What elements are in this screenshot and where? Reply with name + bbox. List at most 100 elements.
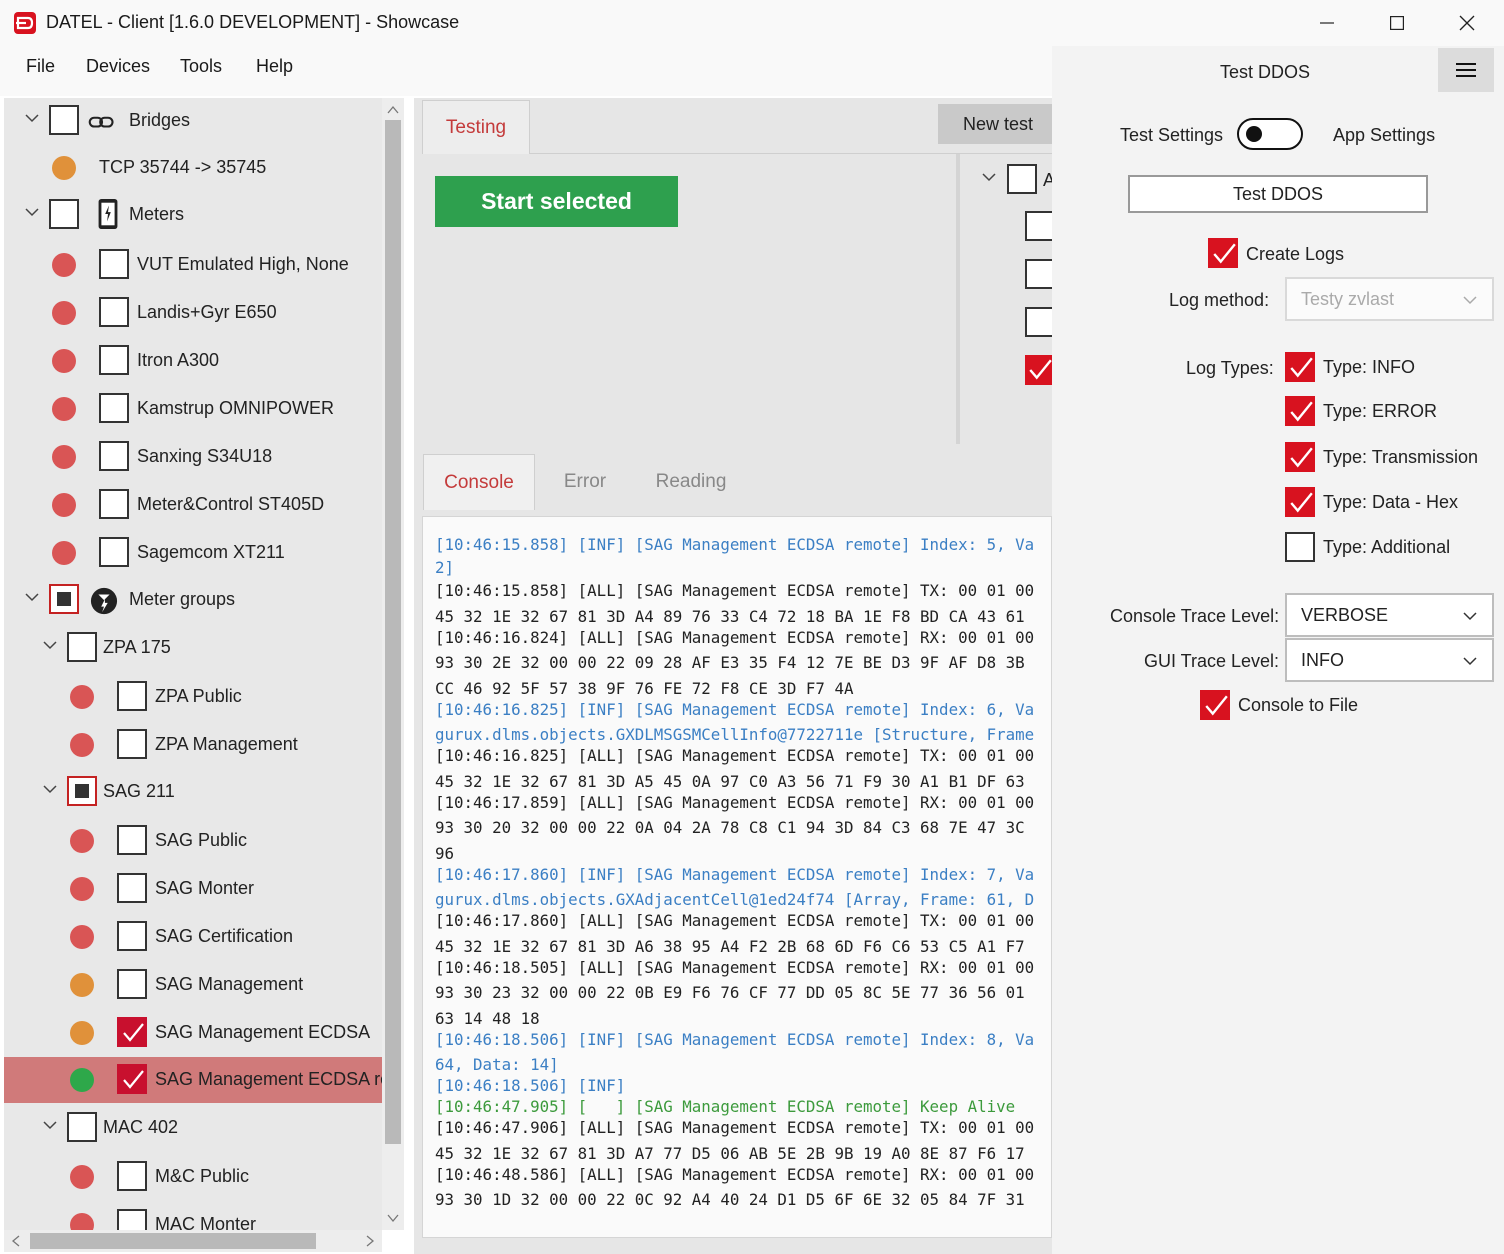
- minimize-button[interactable]: [1292, 0, 1362, 46]
- tree-node-meter-groups[interactable]: Meter groups: [4, 577, 382, 623]
- item-checkbox[interactable]: [117, 825, 147, 855]
- tree-node-group-item[interactable]: SAG Certification: [4, 914, 382, 960]
- group-checkbox[interactable]: [67, 1112, 97, 1142]
- console-output[interactable]: [10:46:15.858] [INF] [SAG Management ECD…: [422, 516, 1052, 1238]
- tree-node-meter[interactable]: Kamstrup OMNIPOWER: [4, 386, 382, 432]
- item-checkbox[interactable]: [117, 1161, 147, 1191]
- tree-node-meter[interactable]: Sanxing S34U18: [4, 434, 382, 480]
- test-checkbox[interactable]: [1025, 307, 1052, 337]
- item-checkbox[interactable]: [117, 729, 147, 759]
- test-ddos-button[interactable]: Test DDOS: [1128, 175, 1428, 213]
- chevron-down-icon[interactable]: [42, 637, 58, 653]
- console-trace-select[interactable]: VERBOSE: [1285, 593, 1494, 637]
- tree-node-group-item[interactable]: SAG Management: [4, 962, 382, 1008]
- item-checkbox[interactable]: [117, 921, 147, 951]
- meter-checkbox[interactable]: [99, 537, 129, 567]
- menu-file[interactable]: File: [26, 56, 55, 77]
- console-line: [10:46:47.906] [ALL] [SAG Management ECD…: [435, 1118, 1035, 1137]
- tree-node-group[interactable]: MAC 402: [4, 1105, 382, 1151]
- meter-checkbox[interactable]: [99, 297, 129, 327]
- test-checkbox[interactable]: [1025, 211, 1052, 241]
- meter-groups-checkbox[interactable]: [49, 584, 79, 614]
- maximize-button[interactable]: [1362, 0, 1432, 46]
- close-button[interactable]: [1432, 0, 1502, 46]
- item-checkbox[interactable]: [117, 873, 147, 903]
- tree-node-group[interactable]: SAG 211: [4, 769, 382, 815]
- start-selected-button[interactable]: Start selected: [435, 176, 678, 227]
- tree-label: TCP 35744 -> 35745: [99, 157, 267, 177]
- close-icon: [1459, 15, 1475, 31]
- tree-node-group-item-selected[interactable]: SAG Management ECDSA re: [4, 1057, 382, 1103]
- new-test-button[interactable]: New test: [938, 104, 1058, 144]
- chevron-down-icon[interactable]: [981, 169, 997, 185]
- item-checkbox[interactable]: [117, 681, 147, 711]
- tree-label: Bridges: [129, 110, 191, 130]
- tree-node-bridge[interactable]: TCP 35744 -> 35745: [4, 145, 382, 191]
- chevron-down-icon[interactable]: [24, 589, 40, 605]
- scroll-left-icon[interactable]: [10, 1234, 22, 1248]
- log-type-error-checkbox[interactable]: [1285, 396, 1315, 426]
- menu-button[interactable]: [1438, 48, 1494, 92]
- group-checkbox[interactable]: [67, 776, 97, 806]
- tree-hscroll-thumb[interactable]: [30, 1233, 316, 1249]
- log-type-datahex-checkbox[interactable]: [1285, 487, 1315, 517]
- meter-checkbox[interactable]: [99, 489, 129, 519]
- tree-node-meter[interactable]: Meter&Control ST405D: [4, 482, 382, 528]
- tree-node-group-item[interactable]: SAG Management ECDSA: [4, 1010, 382, 1056]
- tree-node-group-item[interactable]: MAC Monter: [4, 1202, 382, 1230]
- link-icon: [88, 116, 114, 128]
- chevron-down-icon[interactable]: [42, 1117, 58, 1133]
- item-checkbox[interactable]: [117, 1209, 147, 1230]
- console-to-file-checkbox[interactable]: [1200, 690, 1230, 720]
- hamburger-icon: [1456, 63, 1476, 77]
- menu-help[interactable]: Help: [256, 56, 293, 77]
- chevron-down-icon[interactable]: [24, 204, 40, 220]
- tab-error[interactable]: Error: [545, 454, 625, 510]
- tree-node-group-item[interactable]: M&C Public: [4, 1154, 382, 1200]
- bridges-checkbox[interactable]: [49, 105, 79, 135]
- meters-checkbox[interactable]: [49, 199, 79, 229]
- splitter[interactable]: [956, 154, 960, 444]
- tree-scroll-thumb[interactable]: [385, 120, 401, 1144]
- tab-testing[interactable]: Testing: [422, 100, 530, 154]
- test-group-checkbox[interactable]: [1007, 164, 1037, 194]
- tree-node-meter[interactable]: Sagemcom XT211: [4, 530, 382, 576]
- tree-node-bridges[interactable]: Bridges: [4, 98, 382, 144]
- meter-checkbox[interactable]: [99, 249, 129, 279]
- tree-node-group-item[interactable]: ZPA Public: [4, 674, 382, 720]
- tree-node-group[interactable]: ZPA 175: [4, 625, 382, 671]
- test-checkbox-checked[interactable]: [1025, 355, 1052, 385]
- chevron-down-icon[interactable]: [24, 110, 40, 126]
- chevron-down-icon[interactable]: [42, 781, 58, 797]
- menu-tools[interactable]: Tools: [180, 56, 222, 77]
- tab-reading[interactable]: Reading: [645, 454, 737, 510]
- test-checkbox[interactable]: [1025, 259, 1052, 289]
- create-logs-checkbox[interactable]: [1208, 238, 1238, 268]
- meter-checkbox[interactable]: [99, 441, 129, 471]
- meter-checkbox[interactable]: [99, 393, 129, 423]
- tree-node-meter[interactable]: Landis+Gyr E650: [4, 290, 382, 336]
- tree-node-meter[interactable]: Itron A300: [4, 338, 382, 384]
- item-checkbox[interactable]: [117, 1017, 147, 1047]
- scroll-right-icon[interactable]: [364, 1234, 376, 1248]
- item-checkbox[interactable]: [117, 969, 147, 999]
- tree-node-group-item[interactable]: SAG Public: [4, 818, 382, 864]
- tree-node-group-item[interactable]: ZPA Management: [4, 722, 382, 768]
- log-type-additional-checkbox[interactable]: [1285, 532, 1315, 562]
- scroll-down-icon[interactable]: [386, 1212, 400, 1224]
- group-checkbox[interactable]: [67, 632, 97, 662]
- log-type-info-checkbox[interactable]: [1285, 352, 1315, 382]
- menu-devices[interactable]: Devices: [86, 56, 150, 77]
- tree-node-group-item[interactable]: SAG Monter: [4, 866, 382, 912]
- chevron-down-icon: [1463, 296, 1477, 305]
- gui-trace-select[interactable]: INFO: [1285, 638, 1494, 682]
- tree-node-meters[interactable]: Meters: [4, 192, 382, 238]
- tab-console[interactable]: Console: [423, 454, 535, 510]
- scroll-up-icon[interactable]: [386, 104, 400, 116]
- log-type-transmission-checkbox[interactable]: [1285, 442, 1315, 472]
- item-checkbox[interactable]: [117, 1064, 147, 1094]
- tree-node-meter[interactable]: VUT Emulated High, None: [4, 242, 382, 288]
- log-method-select[interactable]: Testy zvlast: [1285, 277, 1494, 321]
- meter-checkbox[interactable]: [99, 345, 129, 375]
- settings-toggle[interactable]: [1237, 118, 1303, 150]
